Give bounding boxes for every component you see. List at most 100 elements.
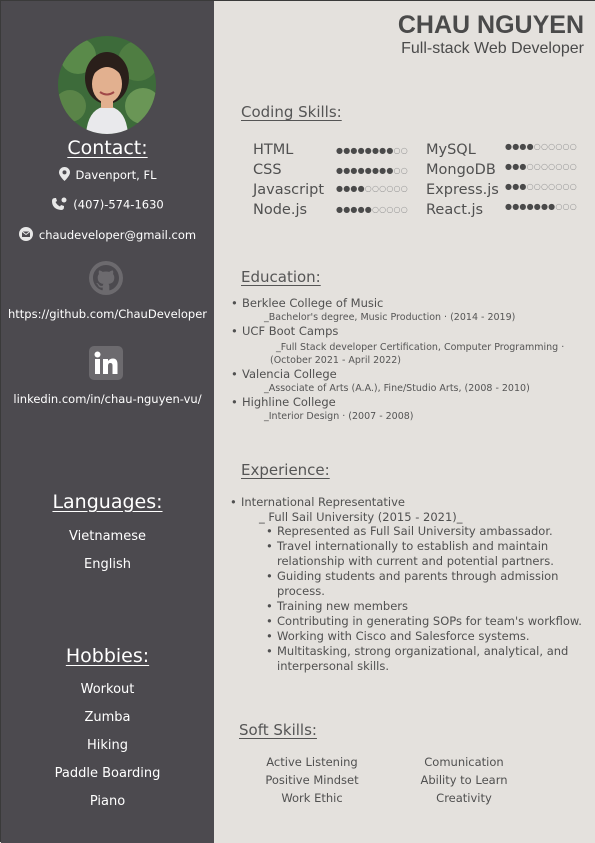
mail-icon — [18, 227, 33, 244]
rating-dot-filled: ● — [519, 182, 527, 191]
skill-rating: ●●●●○○○○○○ — [505, 142, 577, 151]
rating-dot-empty: ○ — [400, 166, 408, 175]
skill-rating: ●●●○○○○○○○ — [505, 162, 577, 171]
education-detail: _Interior Design · (2007 - 2008) — [264, 411, 414, 422]
skill-rating: ●●●●○○○○○○ — [336, 184, 408, 193]
education-heading: Education: — [241, 268, 321, 286]
rating-dot-filled: ● — [364, 166, 372, 175]
candidate-name: CHAU NGUYEN — [397, 11, 584, 39]
candidate-title: Full-stack Web Developer — [401, 40, 584, 57]
rating-dot-empty: ○ — [386, 184, 394, 193]
skill-name: Node.js — [253, 202, 308, 218]
rating-dot-filled: ● — [364, 205, 372, 214]
experience-bullet: Contributing in generating SOPs for team… — [266, 614, 582, 629]
rating-dot-empty: ○ — [569, 202, 577, 211]
experience-bullet: Represented as Full Sail University amba… — [266, 524, 582, 539]
rating-dot-empty: ○ — [526, 182, 534, 191]
hobby-item: Zumba — [84, 710, 131, 725]
rating-dot-empty: ○ — [555, 182, 563, 191]
phone-line: (407)-574-1630 — [1, 197, 214, 213]
skill-rating: ●●●●●●●○○○ — [505, 202, 577, 211]
education-detail: (October 2021 - April 2022) — [270, 355, 402, 366]
skill-rating: ●●●●●●●●○○ — [336, 166, 408, 175]
rating-dot-filled: ● — [350, 146, 358, 155]
hobbies-heading: Hobbies: — [65, 645, 150, 667]
coding-skills-heading: Coding Skills: — [241, 103, 342, 121]
language-item: English — [84, 557, 131, 572]
soft-skill-item: Ability to Learn — [420, 773, 508, 787]
rating-dot-filled: ● — [386, 146, 394, 155]
rating-dot-empty: ○ — [562, 142, 570, 151]
resume-page: Contact: Davenport, FL (407)-574-1630 ch… — [0, 0, 595, 843]
soft-skill-item: Active Listening — [266, 755, 358, 769]
experience-bullet: Working with Cisco and Salesforce system… — [266, 629, 582, 644]
experience-bullets: Represented as Full Sail University amba… — [266, 524, 582, 674]
rating-dot-empty: ○ — [400, 146, 408, 155]
rating-dot-filled: ● — [357, 166, 365, 175]
rating-dot-empty: ○ — [562, 182, 570, 191]
skill-name: MySQL — [426, 142, 476, 158]
rating-dot-filled: ● — [519, 142, 527, 151]
experience-bullet: Guiding students and parents through adm… — [266, 569, 582, 599]
rating-dot-filled: ● — [357, 184, 365, 193]
phone-text: (407)-574-1630 — [73, 197, 164, 212]
sidebar: Contact: Davenport, FL (407)-574-1630 ch… — [1, 1, 214, 843]
rating-dot-empty: ○ — [533, 162, 541, 171]
hobby-item: Piano — [89, 794, 126, 809]
linkedin-icon[interactable] — [89, 346, 123, 384]
rating-dot-filled: ● — [519, 202, 527, 211]
hobby-item: Hiking — [86, 738, 129, 753]
rating-dot-filled: ● — [357, 146, 365, 155]
rating-dot-empty: ○ — [555, 202, 563, 211]
email-link[interactable]: chaudeveloper@gmail.com — [39, 228, 196, 242]
languages-heading: Languages: — [52, 491, 163, 513]
rating-dot-empty: ○ — [393, 205, 401, 214]
rating-dot-filled: ● — [386, 166, 394, 175]
skill-name: CSS — [253, 162, 282, 178]
skill-name: React.js — [426, 202, 484, 218]
rating-dot-empty: ○ — [393, 184, 401, 193]
skill-name: MongoDB — [426, 162, 496, 178]
skill-rating: ●●●●●○○○○○ — [336, 205, 408, 214]
experience-heading: Experience: — [241, 461, 330, 479]
rating-dot-empty: ○ — [533, 142, 541, 151]
education-school: Berklee College of Music — [231, 296, 383, 310]
main-content: CHAU NGUYEN Full-stack Web Developer Cod… — [214, 1, 595, 843]
education-detail: _Bachelor's degree, Music Production · (… — [264, 312, 516, 323]
soft-skill-item: Creativity — [436, 791, 492, 805]
rating-dot-filled: ● — [364, 146, 372, 155]
rating-dot-empty: ○ — [526, 162, 534, 171]
location-pin-icon — [58, 167, 70, 184]
experience-company: _ Full Sail University (2015 - 2021)_ — [259, 510, 463, 524]
phone-icon — [51, 197, 67, 213]
rating-dot-empty: ○ — [569, 142, 577, 151]
soft-skill-item: Positive Mindset — [265, 773, 359, 787]
email-line: chaudeveloper@gmail.com — [1, 227, 214, 244]
rating-dot-empty: ○ — [400, 205, 408, 214]
soft-skill-item: Work Ethic — [281, 791, 343, 805]
rating-dot-empty: ○ — [400, 184, 408, 193]
rating-dot-filled: ● — [533, 202, 541, 211]
github-link[interactable]: https://github.com/ChauDeveloper — [1, 307, 214, 321]
github-icon[interactable] — [88, 260, 124, 300]
rating-dot-empty: ○ — [386, 205, 394, 214]
rating-dot-empty: ○ — [569, 162, 577, 171]
location-line: Davenport, FL — [1, 167, 214, 184]
education-school: UCF Boot Camps — [231, 324, 338, 338]
education-detail: _Associate of Arts (A.A.), Fine/Studio A… — [264, 383, 530, 394]
soft-skills-heading: Soft Skills: — [239, 721, 317, 739]
experience-bullet: Training new members — [266, 599, 582, 614]
contact-heading: Contact: — [67, 137, 148, 159]
linkedin-link[interactable]: linkedin.com/in/chau-nguyen-vu/ — [1, 392, 214, 406]
experience-role: International Representative — [230, 495, 405, 509]
rating-dot-empty: ○ — [393, 166, 401, 175]
location-text: Davenport, FL — [75, 168, 157, 182]
soft-skill-item: Comunication — [424, 755, 504, 769]
rating-dot-empty: ○ — [555, 162, 563, 171]
skill-name: HTML — [253, 142, 294, 158]
rating-dot-filled: ● — [350, 166, 358, 175]
rating-dot-empty: ○ — [364, 184, 372, 193]
hobby-item: Workout — [80, 682, 135, 697]
profile-photo — [58, 36, 156, 134]
rating-dot-empty: ○ — [533, 182, 541, 191]
